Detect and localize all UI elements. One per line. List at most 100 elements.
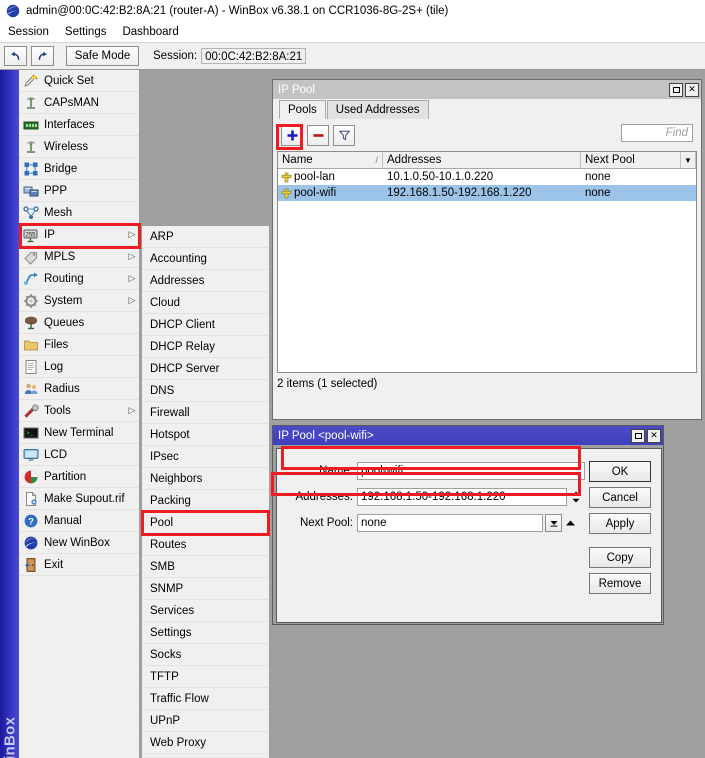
wireless-icon	[23, 139, 39, 155]
next-pool-input[interactable]: none	[357, 513, 543, 532]
ip-submenu-item-dhcp-client[interactable]: DHCP Client	[142, 314, 269, 336]
table-row[interactable]: pool-lan 10.1.0.50-10.1.0.220 none	[278, 169, 696, 185]
ip-submenu-item-web-proxy[interactable]: Web Proxy	[142, 732, 269, 754]
pool-entry-icon	[281, 188, 291, 198]
pool-dialog-close-icon[interactable]: ✕	[647, 428, 661, 443]
next-pool-dropdown-button[interactable]	[545, 513, 562, 532]
name-input[interactable]: pool-wifi	[357, 461, 585, 480]
copy-button[interactable]: Copy	[589, 547, 651, 568]
sidebar-item-lcd[interactable]: LCD	[19, 444, 139, 466]
ip-submenu-item-pool[interactable]: Pool	[142, 512, 269, 534]
menu-dashboard[interactable]: Dashboard	[114, 24, 186, 40]
sidebar-item-ip[interactable]: 255 IP ▷	[19, 224, 139, 246]
apply-button[interactable]: Apply	[589, 513, 651, 534]
next-pool-collapse-button[interactable]	[562, 514, 578, 532]
ip-submenu-item-ipsec[interactable]: IPsec	[142, 446, 269, 468]
column-header-next-pool[interactable]: Next Pool	[581, 152, 681, 168]
sidebar-item-bridge[interactable]: Bridge	[19, 158, 139, 180]
find-input[interactable]: Find	[621, 124, 693, 142]
undo-button[interactable]	[4, 46, 27, 66]
sidebar-item-new-terminal[interactable]: >_ New Terminal	[19, 422, 139, 444]
ip-pool-title-bar[interactable]: IP Pool ✕	[273, 80, 701, 99]
addresses-spinner[interactable]	[570, 488, 582, 506]
ip-submenu-item-dns[interactable]: DNS	[142, 380, 269, 402]
sidebar-item-capsman[interactable]: CAPsMAN	[19, 92, 139, 114]
addresses-input[interactable]: 192.168.1.50-192.168.1.220	[357, 487, 567, 506]
ip-submenu-item-snmp[interactable]: SNMP	[142, 578, 269, 600]
ppp-icon	[23, 186, 39, 196]
ppp-icon	[23, 183, 39, 199]
sidebar-item-radius[interactable]: Radius	[19, 378, 139, 400]
sidebar-item-queues[interactable]: Queues	[19, 312, 139, 334]
sidebar-item-exit[interactable]: Exit	[19, 554, 139, 576]
remove-button[interactable]: Remove	[589, 573, 651, 594]
ip-submenu-item-packing[interactable]: Packing	[142, 490, 269, 512]
ip-submenu-item-settings[interactable]: Settings	[142, 622, 269, 644]
sidebar-item-ppp[interactable]: PPP	[19, 180, 139, 202]
ip-submenu-item-dhcp-relay[interactable]: DHCP Relay	[142, 336, 269, 358]
add-pool-button[interactable]	[281, 124, 303, 146]
ip-submenu-item-cloud[interactable]: Cloud	[142, 292, 269, 314]
pool-entry-icon	[281, 172, 291, 182]
ip-submenu-item-dhcp-server[interactable]: DHCP Server	[142, 358, 269, 380]
menu-session[interactable]: Session	[0, 24, 57, 40]
ip-submenu-item-socks[interactable]: Socks	[142, 644, 269, 666]
sidebar-item-label: Quick Set	[44, 74, 94, 87]
table-row[interactable]: pool-wifi 192.168.1.50-192.168.1.220 none	[278, 185, 696, 201]
safe-mode-button[interactable]: Safe Mode	[66, 46, 139, 66]
name-field-row: Name: pool-wifi	[289, 461, 599, 480]
cancel-button[interactable]: Cancel	[589, 487, 651, 508]
filter-button[interactable]	[333, 124, 355, 146]
sidebar-item-new-winbox[interactable]: New WinBox	[19, 532, 139, 554]
sidebar-item-label: Files	[44, 338, 69, 351]
sidebar-item-files[interactable]: Files	[19, 334, 139, 356]
sidebar-item-label: New Terminal	[44, 426, 114, 439]
ip-submenu-item-neighbors[interactable]: Neighbors	[142, 468, 269, 490]
ip-pool-close-icon[interactable]: ✕	[685, 82, 699, 97]
system-gear-icon	[24, 293, 38, 308]
sidebar-item-quick-set[interactable]: Quick Set	[19, 70, 139, 92]
sidebar-item-make-supout-rif[interactable]: Make Supout.rif	[19, 488, 139, 510]
ok-button[interactable]: OK	[589, 461, 651, 482]
ip-submenu-item-traffic-flow[interactable]: Traffic Flow	[142, 688, 269, 710]
sidebar-item-mpls[interactable]: MPLS ▷	[19, 246, 139, 268]
sidebar-item-manual[interactable]: ? Manual	[19, 510, 139, 532]
log-icon	[25, 359, 37, 374]
ip-pool-restore-button[interactable]	[669, 82, 683, 97]
tab-pools[interactable]: Pools	[279, 100, 326, 119]
ip-submenu-item-arp[interactable]: ARP	[142, 226, 269, 248]
ip-submenu-item-routes[interactable]: Routes	[142, 534, 269, 556]
ip-submenu-item-services[interactable]: Services	[142, 600, 269, 622]
ip-submenu-item-hotspot[interactable]: Hotspot	[142, 424, 269, 446]
pool-dialog-title-bar[interactable]: IP Pool <pool-wifi> ✕	[273, 426, 663, 445]
ip-submenu-item-tftp[interactable]: TFTP	[142, 666, 269, 688]
sidebar-item-mesh[interactable]: Mesh	[19, 202, 139, 224]
ip-submenu-item-firewall[interactable]: Firewall	[142, 402, 269, 424]
column-header-name[interactable]: Name /	[278, 152, 383, 168]
sidebar-item-routing[interactable]: Routing ▷	[19, 268, 139, 290]
main-menu-bar: Session Settings Dashboard	[0, 22, 705, 42]
pool-dialog-restore-button[interactable]	[631, 428, 645, 443]
sidebar-item-wireless[interactable]: Wireless	[19, 136, 139, 158]
sidebar-item-partition[interactable]: Partition	[19, 466, 139, 488]
manual-help-icon: ?	[24, 514, 38, 527]
tab-used-addresses[interactable]: Used Addresses	[326, 100, 429, 119]
sidebar-item-label: System	[44, 294, 83, 307]
ip-submenu-item-accounting[interactable]: Accounting	[142, 248, 269, 270]
sidebar-item-log[interactable]: Log	[19, 356, 139, 378]
sidebar-item-system[interactable]: System ▷	[19, 290, 139, 312]
winbox-brand-strip: WinBox	[0, 70, 19, 758]
mpls-icon	[23, 249, 39, 265]
sidebar-item-tools[interactable]: Tools ▷	[19, 400, 139, 422]
ip-submenu-item-upnp[interactable]: UPnP	[142, 710, 269, 732]
ip-submenu-item-addresses[interactable]: Addresses	[142, 270, 269, 292]
menu-settings[interactable]: Settings	[57, 24, 115, 40]
remove-pool-button[interactable]	[307, 124, 329, 146]
tools-icon	[24, 403, 39, 418]
column-header-addresses[interactable]: Addresses	[383, 152, 581, 168]
redo-button[interactable]	[31, 46, 54, 66]
column-chooser-icon[interactable]: ▼	[681, 152, 696, 168]
up-down-arrows-icon	[572, 491, 580, 502]
ip-submenu-item-smb[interactable]: SMB	[142, 556, 269, 578]
sidebar-item-interfaces[interactable]: Interfaces	[19, 114, 139, 136]
